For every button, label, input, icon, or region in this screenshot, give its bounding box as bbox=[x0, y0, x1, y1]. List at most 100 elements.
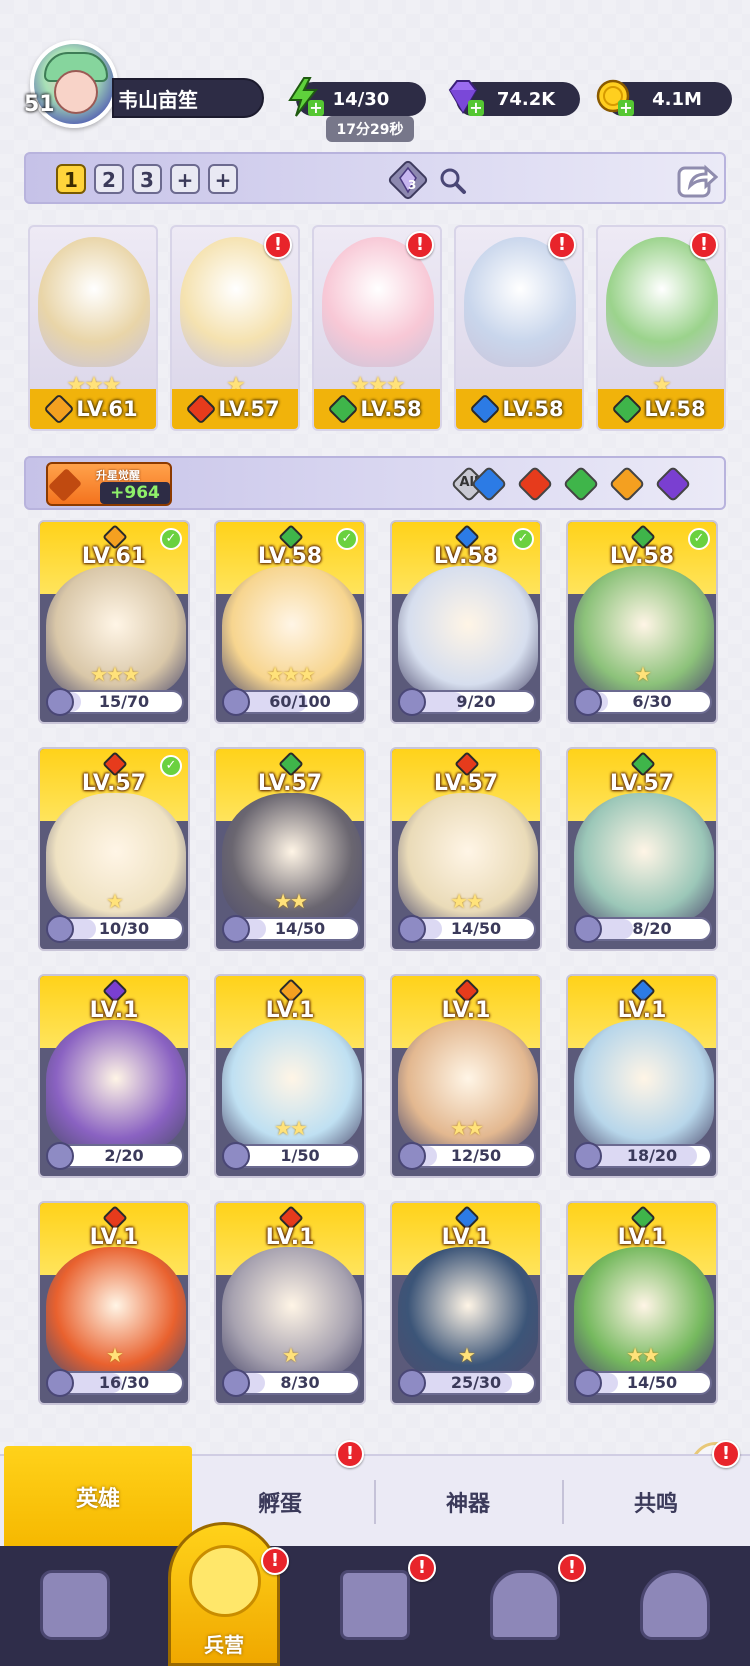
star-awaken-button[interactable]: 升星觉醒 +964 bbox=[46, 462, 172, 506]
hero-card[interactable]: LV.61 ✓ ★★★ 15/70 bbox=[38, 520, 190, 724]
fragment-icon bbox=[574, 1142, 602, 1170]
fragment-icon bbox=[574, 688, 602, 716]
hero-stars: ★ bbox=[106, 1343, 124, 1367]
hero-stars: ★★ bbox=[274, 889, 308, 913]
filter-dark[interactable] bbox=[654, 465, 692, 503]
fragment-count: 10/30 bbox=[98, 919, 150, 938]
hero-card[interactable]: LV.1 ★★ 14/50 bbox=[566, 1201, 718, 1405]
check-icon: ✓ bbox=[160, 528, 182, 550]
hero-card[interactable]: LV.1 ★★ 1/50 bbox=[214, 974, 366, 1178]
hero-card[interactable]: LV.1 18/20 bbox=[566, 974, 718, 1178]
hero-card[interactable]: LV.1 ★ 8/30 bbox=[214, 1201, 366, 1405]
hero-level: LV.57 bbox=[257, 771, 323, 796]
fragment-count: 8/20 bbox=[632, 919, 672, 938]
mushroom-house-icon bbox=[640, 1570, 710, 1640]
hero-card[interactable]: LV.57 ★★ 14/50 bbox=[214, 747, 366, 951]
element-fire-icon bbox=[185, 393, 217, 425]
player-name[interactable]: 韦山亩笙 bbox=[112, 78, 264, 118]
team-tab-1[interactable]: 1 bbox=[56, 164, 86, 194]
hero-level-bar: LV.58 bbox=[456, 389, 582, 429]
alert-badge: ! bbox=[690, 231, 718, 259]
check-icon: ✓ bbox=[160, 755, 182, 777]
team-hero-card[interactable]: ★ LV.58! bbox=[596, 225, 726, 431]
hero-stars: ★★ bbox=[450, 1116, 484, 1140]
tab-heroes[interactable]: 英雄 bbox=[4, 1446, 192, 1548]
hero-level: LV.1 bbox=[265, 1225, 315, 1250]
element-light-icon bbox=[608, 465, 646, 503]
share-icon[interactable] bbox=[676, 160, 718, 200]
fragment-count: 14/50 bbox=[274, 919, 326, 938]
hero-stars: ★ bbox=[106, 889, 124, 913]
filter-nature[interactable] bbox=[562, 465, 600, 503]
team-hero-card[interactable]: ★★★ LV.58! bbox=[312, 225, 442, 431]
magnifier-icon[interactable] bbox=[438, 166, 468, 196]
fragment-count: 2/20 bbox=[104, 1146, 144, 1165]
hero-card[interactable]: LV.58 ✓ ★★★ 60/100 bbox=[214, 520, 366, 724]
nav-map[interactable]: ! bbox=[300, 1546, 450, 1666]
hero-card[interactable]: LV.57 ★★ 14/50 bbox=[390, 747, 542, 951]
fragment-count: 25/30 bbox=[450, 1373, 502, 1392]
hero-stars: ★★ bbox=[450, 889, 484, 913]
fragment-icon bbox=[46, 915, 74, 943]
bottom-nav: ! ! bbox=[0, 1546, 750, 1666]
plus-icon: + bbox=[308, 98, 324, 117]
hero-card[interactable]: LV.1 ★★ 12/50 bbox=[390, 974, 542, 1178]
team-tab-add-1[interactable]: + bbox=[170, 164, 200, 194]
hero-card[interactable]: LV.1 ★ 25/30 bbox=[390, 1201, 542, 1405]
hero-card[interactable]: LV.1 ★ 16/30 bbox=[38, 1201, 190, 1405]
alert-badge: ! bbox=[548, 231, 576, 259]
gem-counter[interactable]: + 74.2K bbox=[448, 80, 580, 116]
nav-barracks[interactable]: 兵营 ! bbox=[168, 1522, 289, 1666]
team-hero-card[interactable]: LV.58! bbox=[454, 225, 584, 431]
nav-mushroom[interactable] bbox=[600, 1546, 750, 1666]
temple-alert-badge: ! bbox=[558, 1554, 586, 1582]
hero-card[interactable]: LV.58 ✓ ★ 6/30 bbox=[566, 520, 718, 724]
nav-temple[interactable]: ! bbox=[450, 1546, 600, 1666]
hero-level: LV.57 bbox=[433, 771, 499, 796]
team-tab-add-2[interactable]: + bbox=[208, 164, 238, 194]
team-tab-3[interactable]: 3 bbox=[132, 164, 162, 194]
hero-portrait bbox=[574, 793, 714, 923]
team-hero-card[interactable]: ★ LV.57! bbox=[170, 225, 300, 431]
filter-light[interactable] bbox=[608, 465, 646, 503]
team-tab-2[interactable]: 2 bbox=[94, 164, 124, 194]
fragment-count: 15/70 bbox=[98, 692, 150, 711]
player-level: 51 bbox=[24, 92, 55, 117]
hero-stars: ★ bbox=[458, 1343, 476, 1367]
team-hero-card[interactable]: ★★★ LV.61 bbox=[28, 225, 158, 431]
hero-card[interactable]: LV.58 ✓ 9/20 bbox=[390, 520, 542, 724]
energy-value: 14/30 bbox=[332, 88, 390, 110]
hero-stars: ★★★ bbox=[90, 662, 140, 686]
check-icon: ✓ bbox=[336, 528, 358, 550]
fragment-icon bbox=[222, 1369, 250, 1397]
fragment-count: 14/50 bbox=[626, 1373, 678, 1392]
resonance-alert-badge: ! bbox=[712, 1440, 740, 1468]
awaken-label: 升星觉醒 bbox=[96, 469, 140, 482]
tab-artifacts[interactable]: 神器 bbox=[374, 1456, 562, 1548]
hero-card[interactable]: LV.57 ✓ ★ 10/30 bbox=[38, 747, 190, 951]
hero-filter-bar: 升星觉醒 +964 All bbox=[24, 456, 726, 510]
filter-water[interactable] bbox=[470, 465, 508, 503]
hero-portrait bbox=[398, 566, 538, 696]
map-alert-badge: ! bbox=[408, 1554, 436, 1582]
hero-stars: ★ bbox=[634, 662, 652, 686]
gold-counter[interactable]: + 4.1M bbox=[596, 79, 732, 116]
energy-timer: 17分29秒 bbox=[326, 116, 414, 142]
hero-level: LV.1 bbox=[441, 998, 491, 1023]
nav-cards[interactable] bbox=[0, 1546, 150, 1666]
energy-counter[interactable]: + 14/30 bbox=[288, 77, 426, 117]
tab-resonance[interactable]: 共鸣 bbox=[562, 1456, 750, 1548]
hero-card[interactable]: LV.1 2/20 bbox=[38, 974, 190, 1178]
awaken-count: +964 bbox=[100, 482, 170, 504]
hero-level: LV.1 bbox=[265, 998, 315, 1023]
hero-level-bar: LV.61 bbox=[30, 389, 156, 429]
fragment-count: 60/100 bbox=[269, 692, 331, 711]
hatch-alert-badge: ! bbox=[336, 1440, 364, 1468]
element-light-icon bbox=[43, 393, 75, 425]
filter-fire[interactable] bbox=[516, 465, 554, 503]
hero-card[interactable]: LV.57 8/20 bbox=[566, 747, 718, 951]
hero-level: LV.1 bbox=[617, 1225, 667, 1250]
fragment-count: 16/30 bbox=[98, 1373, 150, 1392]
fragment-icon bbox=[46, 1142, 74, 1170]
hero-level: LV.57 bbox=[218, 397, 280, 421]
